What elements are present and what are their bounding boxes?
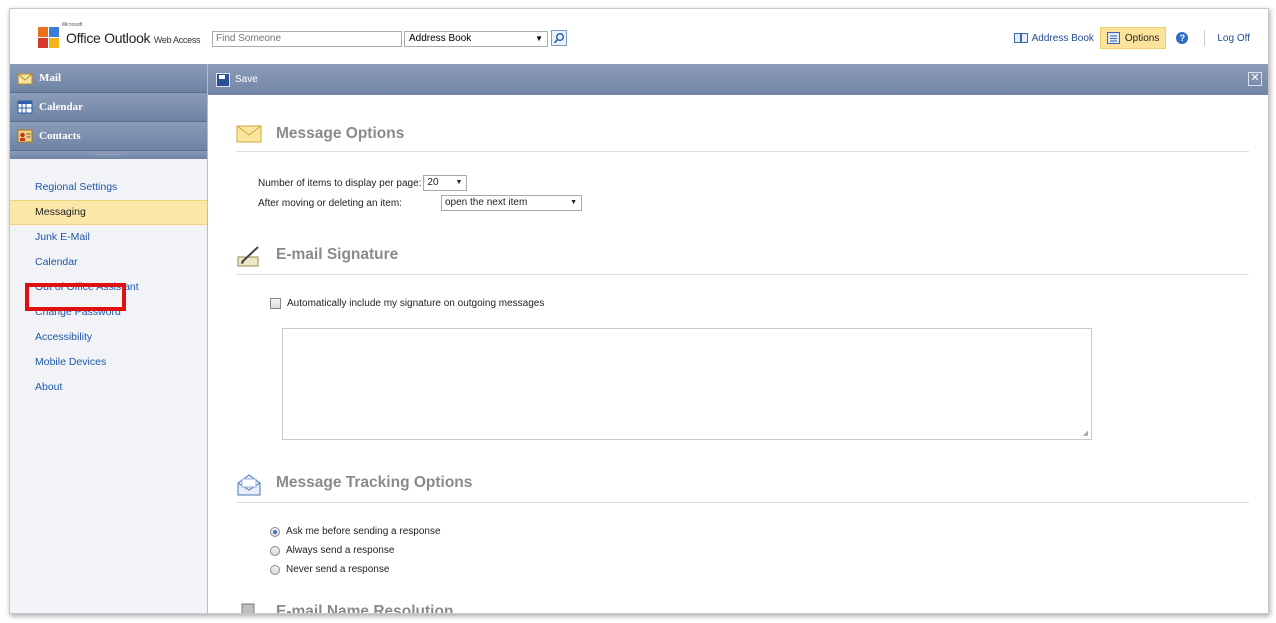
contacts-icon <box>17 129 33 143</box>
name-resolution-title: E-mail Name Resolution <box>276 603 454 614</box>
options-icon <box>1106 32 1121 44</box>
after-move-row: After moving or deleting an item: open t… <box>258 195 582 211</box>
left-navigation: Mail Calendar Contacts .......... Region… <box>10 64 208 613</box>
address-book-link[interactable]: Address Book <box>1008 28 1100 48</box>
options-button[interactable]: Options <box>1099 27 1167 49</box>
top-right-links: Address Book Options ? Log Off <box>1008 27 1256 49</box>
signature-header: E-mail Signature <box>236 236 1249 275</box>
options-item-messaging[interactable]: Messaging <box>10 200 207 225</box>
name-resolution-header: E-mail Name Resolution <box>236 602 454 614</box>
items-per-page-label: Number of items to display per page: <box>258 177 422 189</box>
search-button[interactable] <box>551 30 567 46</box>
calendar-icon <box>17 100 33 114</box>
tracking-ask-label: Ask me before sending a response <box>286 526 441 537</box>
search-scope-select[interactable]: Address Book ▼ <box>404 31 548 47</box>
app-title: Office Outlook Web Access <box>66 30 201 46</box>
mail-icon <box>17 71 33 85</box>
office-logo-icon <box>38 27 60 49</box>
annotation-highlight-box <box>25 283 126 311</box>
message-options-title: Message Options <box>276 125 405 142</box>
help-icon[interactable]: ? <box>1176 32 1189 44</box>
options-item-junk-email[interactable]: Junk E-Mail <box>10 225 207 250</box>
search-scope-value: Address Book <box>409 33 472 44</box>
address-book-icon <box>1013 32 1028 44</box>
address-book-label: Address Book <box>1031 32 1094 44</box>
find-someone-input[interactable] <box>212 31 402 47</box>
signature-editor[interactable]: ◢ <box>282 328 1092 440</box>
auto-signature-label: Automatically include my signature on ou… <box>287 298 545 309</box>
options-item-mobile-devices[interactable]: Mobile Devices <box>10 350 207 375</box>
options-label: Options <box>1124 32 1160 44</box>
tracking-title: Message Tracking Options <box>276 474 473 491</box>
chevron-down-icon: ▼ <box>535 34 543 43</box>
tracking-header: Message Tracking Options <box>236 464 1249 503</box>
tracking-never-label: Never send a response <box>286 564 390 575</box>
items-per-page-select[interactable]: 20 ▼ <box>423 175 468 191</box>
top-bar: Microsoft Office Outlook Web Access Addr… <box>10 9 1268 64</box>
nav-mail-button[interactable]: Mail <box>10 64 207 93</box>
after-move-select[interactable]: open the next item ▼ <box>441 195 582 211</box>
auto-signature-row: Automatically include my signature on ou… <box>270 298 544 309</box>
app-logo: Office Outlook Web Access <box>38 27 201 49</box>
options-item-about[interactable]: About <box>10 375 207 400</box>
signature-pen-icon <box>236 245 262 267</box>
close-icon[interactable]: ✕ <box>1248 72 1262 86</box>
tracking-option-never-row: Never send a response <box>270 564 389 575</box>
tracking-always-label: Always send a response <box>286 545 395 556</box>
tracking-always-radio[interactable] <box>270 545 280 556</box>
save-button[interactable]: Save <box>208 72 258 87</box>
nav-calendar-label: Calendar <box>39 101 83 113</box>
nav-mail-label: Mail <box>39 72 61 84</box>
items-per-page-row: Number of items to display per page: 20 … <box>258 175 468 191</box>
options-item-calendar[interactable]: Calendar <box>10 250 207 275</box>
toolbar: Save ✕ <box>208 64 1268 95</box>
options-item-accessibility[interactable]: Accessibility <box>10 325 207 350</box>
app-title-small: Web Access <box>153 35 201 45</box>
signature-title: E-mail Signature <box>276 246 399 263</box>
log-off-link[interactable]: Log Off <box>1211 29 1256 48</box>
auto-signature-checkbox[interactable] <box>270 298 281 309</box>
chevron-down-icon: ▼ <box>455 179 463 186</box>
book-icon <box>236 602 262 613</box>
message-options-header: Message Options <box>236 117 1249 152</box>
open-envelope-icon <box>236 473 262 496</box>
browser-frame: Microsoft Office Outlook Web Access Addr… <box>9 8 1269 614</box>
envelope-icon <box>236 124 262 144</box>
tracking-option-ask-row: Ask me before sending a response <box>270 526 441 537</box>
search-icon <box>553 33 564 44</box>
options-item-regional-settings[interactable]: Regional Settings <box>10 175 207 200</box>
tracking-option-always-row: Always send a response <box>270 545 394 556</box>
resize-grip-icon: ◢ <box>1082 430 1088 437</box>
save-icon <box>216 72 230 87</box>
app-title-main: Office Outlook <box>66 30 151 46</box>
nav-contacts-label: Contacts <box>39 130 81 142</box>
divider <box>1204 30 1206 46</box>
after-move-value: open the next item <box>445 197 528 208</box>
tracking-ask-radio[interactable] <box>270 526 280 537</box>
after-move-label: After moving or deleting an item: <box>258 197 402 209</box>
nav-calendar-button[interactable]: Calendar <box>10 93 207 122</box>
nav-contacts-button[interactable]: Contacts <box>10 122 207 151</box>
log-off-label: Log Off <box>1217 32 1250 44</box>
tracking-never-radio[interactable] <box>270 564 280 575</box>
save-label: Save <box>235 74 258 85</box>
items-per-page-value: 20 <box>427 177 439 188</box>
main-content: Save ✕ Message Options Number of items t… <box>208 64 1268 613</box>
chevron-down-icon: ▼ <box>570 199 577 206</box>
nav-resize-grip[interactable]: .......... <box>10 151 207 159</box>
